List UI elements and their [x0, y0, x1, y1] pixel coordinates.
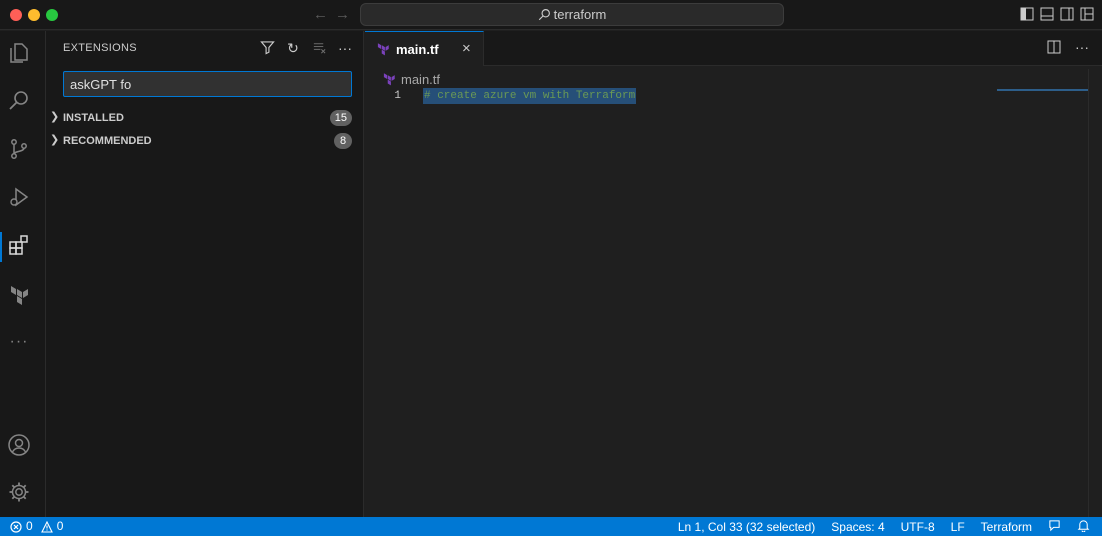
editor-area: main.tf × ··· main.tf 1 # create azure v… — [365, 31, 1102, 517]
encoding[interactable]: UTF-8 — [901, 520, 935, 535]
breadcrumb[interactable]: main.tf — [382, 70, 440, 88]
editor-actions: ··· — [1046, 40, 1090, 56]
status-bar: 0 0 Ln 1, Col 33 (32 selected) Spaces: 4… — [0, 517, 1102, 536]
code-comment[interactable]: # create azure vm with Terraform — [423, 88, 637, 104]
explorer-icon[interactable] — [5, 39, 33, 67]
warning-icon — [40, 520, 53, 533]
extensions-search-input[interactable] — [63, 71, 352, 97]
toggle-secondary-sidebar-icon[interactable] — [1060, 7, 1074, 21]
tab-bar: main.tf × ··· — [365, 31, 1102, 66]
toggle-primary-sidebar-icon[interactable] — [1020, 7, 1034, 21]
layout-controls — [1020, 7, 1094, 21]
close-icon[interactable]: × — [462, 40, 471, 57]
error-count: 0 — [26, 519, 33, 533]
command-center[interactable]: terraform — [360, 3, 784, 26]
more-actions-icon[interactable]: ··· — [337, 40, 353, 56]
sidebar-actions: ↻ ··· — [259, 40, 353, 56]
indentation[interactable]: Spaces: 4 — [831, 520, 884, 535]
terraform-file-icon — [377, 43, 389, 56]
minimap[interactable] — [997, 89, 1088, 91]
breadcrumb-file: main.tf — [401, 71, 441, 87]
section-installed[interactable]: ❯ INSTALLED 15 — [46, 107, 364, 129]
line-number: 1 — [394, 90, 401, 102]
feedback-icon[interactable] — [1048, 519, 1061, 535]
more-views-icon[interactable]: ··· — [5, 328, 33, 356]
forward-arrow-icon[interactable]: → — [335, 6, 350, 23]
terraform-icon[interactable] — [5, 281, 33, 309]
language-mode[interactable]: Terraform — [981, 520, 1032, 535]
source-control-icon[interactable] — [5, 135, 33, 163]
chevron-right-icon: ❯ — [50, 134, 60, 146]
refresh-icon[interactable]: ↻ — [285, 40, 301, 56]
run-and-debug-icon[interactable] — [5, 183, 33, 211]
code-line[interactable]: 1 # create azure vm with Terraform — [365, 88, 1102, 104]
filter-icon[interactable] — [259, 40, 275, 56]
section-recommended[interactable]: ❯ RECOMMENDED 8 — [46, 130, 364, 152]
vscode-window: ← → terraform ··· EXTENSIONS ↻ ··· askGP… — [0, 0, 1102, 536]
toggle-panel-icon[interactable] — [1040, 7, 1054, 21]
error-icon — [10, 520, 22, 533]
extensions-sidebar: EXTENSIONS ↻ ··· ❯ INSTALLED 15 ❯ RECOMM… — [46, 31, 364, 517]
editor-more-icon[interactable]: ··· — [1074, 40, 1090, 56]
notifications-bell-icon[interactable] — [1077, 519, 1090, 535]
count-badge: 8 — [334, 133, 352, 149]
status-right: Ln 1, Col 33 (32 selected) Spaces: 4 UTF… — [678, 519, 1090, 535]
active-indicator — [0, 232, 2, 262]
section-label: RECOMMENDED — [63, 135, 152, 147]
warning-count: 0 — [56, 519, 64, 533]
maximize-window-button[interactable] — [46, 9, 58, 21]
section-label: INSTALLED — [63, 112, 124, 124]
search-activity-icon[interactable] — [5, 87, 33, 115]
customize-layout-icon[interactable] — [1080, 7, 1094, 21]
minimize-window-button[interactable] — [28, 9, 40, 21]
tab-label: main.tf — [396, 42, 439, 57]
cursor-position[interactable]: Ln 1, Col 33 (32 selected) — [678, 520, 815, 535]
chevron-right-icon: ❯ — [50, 111, 60, 123]
accounts-icon[interactable] — [5, 431, 33, 459]
terraform-file-icon — [383, 73, 395, 86]
title-bar: ← → terraform — [0, 0, 1102, 30]
manage-gear-icon[interactable] — [5, 478, 33, 506]
end-of-line[interactable]: LF — [951, 520, 965, 535]
extensions-icon[interactable] — [5, 231, 33, 259]
back-arrow-icon[interactable]: ← — [313, 6, 328, 23]
window-title: terraform — [553, 7, 607, 22]
scrollbar[interactable] — [1088, 69, 1089, 517]
activity-bar: ··· — [0, 31, 46, 517]
search-icon — [538, 9, 550, 21]
close-window-button[interactable] — [10, 9, 22, 21]
count-badge: 15 — [329, 110, 352, 126]
clear-results-icon[interactable] — [311, 40, 327, 56]
tab-main-tf[interactable]: main.tf × — [365, 31, 484, 66]
problems-indicator[interactable]: 0 0 — [10, 519, 63, 534]
sidebar-title: EXTENSIONS — [63, 42, 137, 54]
split-editor-icon[interactable] — [1046, 40, 1062, 56]
